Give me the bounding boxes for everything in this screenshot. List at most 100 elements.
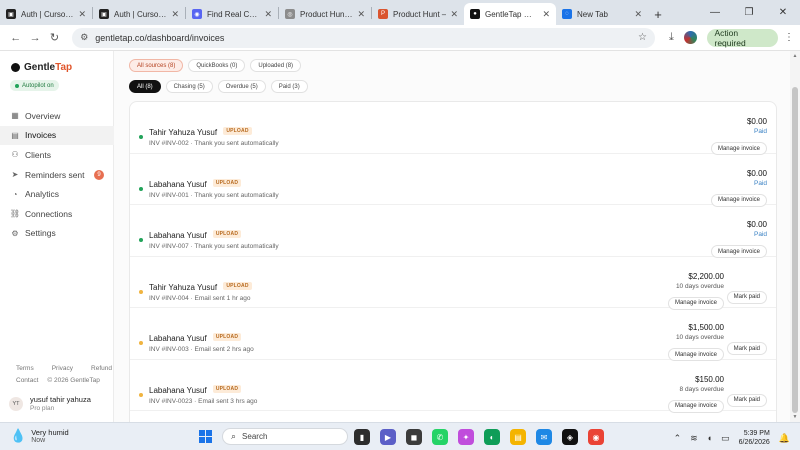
camera-icon[interactable]: ◼ <box>406 429 422 445</box>
new-tab-button[interactable]: + <box>648 3 668 25</box>
scroll-down-icon[interactable]: ▼ <box>790 414 800 420</box>
sidebar-item-reminders-sent[interactable]: ➤ Reminders sent 9 <box>0 165 114 185</box>
brand-logo[interactable]: Gentle Tap <box>11 62 72 73</box>
site-info-icon[interactable]: ⚙ <box>80 32 88 43</box>
mark-paid-button[interactable]: Mark paid <box>726 342 767 355</box>
privacy-link[interactable]: Privacy <box>52 363 73 375</box>
browser-tab-strip: + — ❐ ✕ ▣ Auth | Cursor - T ✕ ▣ Auth | Curso… <box>0 0 800 25</box>
sidebar-item-invoices[interactable]: ▤ Invoices <box>0 125 114 146</box>
close-window-icon[interactable]: ✕ <box>766 7 800 18</box>
client-name[interactable]: Labahana Yusuf <box>149 180 207 189</box>
upload-badge: UPLOAD <box>223 127 252 135</box>
tab-favicon-icon: ◉ <box>192 9 202 19</box>
browser-tab[interactable]: P Product Hunt – ✕ <box>372 3 464 25</box>
bookmark-star-icon[interactable]: ☆ <box>638 32 647 43</box>
browser-menu-icon[interactable]: ⋮ <box>784 32 794 43</box>
browser-tab[interactable]: ▣ Auth | Cursor - T ✕ <box>93 3 185 25</box>
volume-icon[interactable]: ◖ <box>707 433 712 443</box>
client-name[interactable]: Labahana Yusuf <box>149 231 207 240</box>
browser-tab[interactable]: ◎ Product Hunt Co ✕ <box>279 3 371 25</box>
tab-close-icon[interactable]: ✕ <box>171 9 179 20</box>
maximize-icon[interactable]: ❐ <box>732 7 766 18</box>
client-name[interactable]: Labahana Yusuf <box>149 334 207 343</box>
status-dot-icon <box>139 186 143 191</box>
tab-close-icon[interactable]: ✕ <box>78 9 86 20</box>
tab-close-icon[interactable]: ✕ <box>542 9 550 20</box>
reload-icon[interactable]: ↻ <box>45 31 64 44</box>
browser-tab[interactable]: ▣ Auth | Cursor - T ✕ <box>0 3 92 25</box>
browser-tab[interactable]: ◌ New Tab ✕ <box>556 3 648 25</box>
url-input[interactable]: ⚙ gentletap.co/dashboard/invoices ☆ <box>72 27 656 48</box>
client-name[interactable]: Tahir Yahuza Yusuf <box>149 283 217 292</box>
client-name[interactable]: Tahir Yahuza Yusuf <box>149 128 217 137</box>
invoice-detail: INV #INV-0023 · Email sent 3 hrs ago <box>149 397 258 405</box>
forward-icon[interactable]: → <box>25 32 44 44</box>
mail-icon[interactable]: ✉ <box>536 429 552 445</box>
back-icon[interactable]: ← <box>6 32 25 44</box>
source-filter-chip[interactable]: All sources (8) <box>129 59 184 72</box>
teams-icon[interactable]: ▶ <box>380 429 396 445</box>
notification-bell-icon[interactable]: 🔔 <box>779 433 790 444</box>
sidebar-item-label: Analytics <box>25 189 60 200</box>
taskbar-apps: ▮ ▶ ◼ ✆ ✦ ◐ ▤ ✉ ◈ ◉ <box>354 429 614 445</box>
brand-name-tap: Tap <box>55 62 73 73</box>
profile-avatar[interactable] <box>683 31 697 44</box>
sidebar-item-settings[interactable]: ⚙ Settings <box>0 224 114 244</box>
status-filter-chip[interactable]: Overdue (5) <box>217 80 266 93</box>
sidebar-item-label: Settings <box>25 228 56 239</box>
weather-widget[interactable]: 💧 Very humid Now <box>10 428 69 444</box>
sidebar-item-clients[interactable]: ⚇ Clients <box>0 145 114 165</box>
status-filter-chip[interactable]: All (8) <box>129 80 161 93</box>
minimize-icon[interactable]: — <box>698 7 732 18</box>
status-filter-chip[interactable]: Paid (3) <box>270 80 308 93</box>
edge-icon[interactable]: ◐ <box>484 429 500 445</box>
invoice-amount: $1,500.00 <box>688 323 724 332</box>
status-filter-chips: All (8) Chasing (5) Overdue (5) Paid (3) <box>129 80 313 93</box>
client-name[interactable]: Labahana Yusuf <box>149 386 207 395</box>
status-filter-chip[interactable]: Chasing (5) <box>165 80 213 93</box>
cursor-app-icon[interactable]: ◈ <box>562 429 578 445</box>
browser-tab[interactable]: ◉ Find Real Custo ✕ <box>186 3 278 25</box>
page-scrollbar[interactable]: ▲ ▼ <box>790 51 800 422</box>
contact-link[interactable]: Contact <box>16 375 38 387</box>
copilot-icon[interactable]: ✦ <box>458 429 474 445</box>
whatsapp-icon[interactable]: ✆ <box>432 429 448 445</box>
file-explorer-icon[interactable]: ▤ <box>510 429 526 445</box>
search-icon: ⌕ <box>231 431 237 441</box>
sidebar-item-overview[interactable]: ▦ Overview <box>0 106 114 126</box>
mark-paid-button[interactable]: Mark paid <box>726 290 767 304</box>
task-view-icon[interactable]: ▮ <box>354 429 370 445</box>
taskbar-search[interactable]: ⌕ Search <box>222 428 348 445</box>
sidebar-item-connections[interactable]: ⛓ Connections <box>0 204 114 224</box>
download-icon[interactable]: ⤓ <box>669 31 674 44</box>
terms-link[interactable]: Terms <box>16 363 34 375</box>
chrome-icon[interactable]: ◉ <box>588 429 604 445</box>
browser-tab[interactable]: ● GentleTap — AI ✕ <box>464 3 556 25</box>
battery-icon[interactable]: ▭ <box>721 433 730 444</box>
windows-start-icon[interactable] <box>199 430 212 443</box>
tab-close-icon[interactable]: ✕ <box>634 9 642 20</box>
url-text[interactable]: gentletap.co/dashboard/invoices <box>95 33 638 43</box>
wifi-icon[interactable]: ≋ <box>690 433 698 444</box>
clock[interactable]: 5:39 PM 6/26/2026 <box>739 429 770 447</box>
manage-invoice-button[interactable]: Manage invoice <box>667 399 724 413</box>
refund-link[interactable]: Refund <box>91 363 112 375</box>
tab-close-icon[interactable]: ✕ <box>450 9 458 20</box>
scrollbar-thumb[interactable] <box>792 87 798 413</box>
source-filter-chip[interactable]: QuickBooks (0) <box>188 59 246 72</box>
action-required-button[interactable]: Action required <box>706 28 778 48</box>
invoice-detail: INV #INV-001 · Thank you sent automatica… <box>149 191 279 199</box>
tab-close-icon[interactable]: ✕ <box>264 9 272 20</box>
sidebar: Gentle Tap Autopilot on ▦ Overview ▤ Invoice… <box>0 51 114 422</box>
user-profile[interactable]: YT yusuf tahir yahuza Pro plan <box>9 395 91 412</box>
tab-close-icon[interactable]: ✕ <box>357 9 365 20</box>
invoice-status: 10 days overdue <box>675 334 724 341</box>
sidebar-item-label: Invoices <box>25 130 57 141</box>
status-dot-icon <box>139 289 143 294</box>
invoice-status: 8 days overdue <box>679 385 724 393</box>
mark-paid-button[interactable]: Mark paid <box>726 393 767 407</box>
scroll-up-icon[interactable]: ▲ <box>790 53 800 59</box>
tray-chevron-icon[interactable]: ⌃ <box>674 433 682 444</box>
source-filter-chip[interactable]: Uploaded (8) <box>250 59 302 72</box>
sidebar-item-analytics[interactable]: ◔ Analytics <box>0 184 114 204</box>
